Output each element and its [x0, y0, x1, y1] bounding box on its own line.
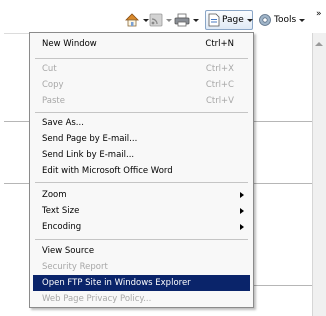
- submenu-arrow-icon: [240, 224, 244, 230]
- submenu-arrow-icon: [240, 192, 244, 198]
- chevron-overflow-icon: »: [316, 9, 322, 19]
- content-divider: [254, 183, 312, 184]
- menu-item-save-as[interactable]: Save As...: [33, 115, 250, 131]
- menu-item-label: Security Report: [42, 262, 108, 272]
- menu-item-security-report[interactable]: Security Report: [33, 259, 250, 275]
- page-button-content[interactable]: Page: [208, 11, 253, 29]
- menu-item-edit-with-word[interactable]: Edit with Microsoft Office Word: [33, 163, 250, 179]
- menu-item-send-page-email[interactable]: Send Page by E-mail...: [33, 131, 250, 147]
- menu-item-label: Web Page Privacy Policy...: [42, 294, 152, 304]
- page-dropdown-arrow: [246, 18, 253, 22]
- print-button[interactable]: [174, 11, 199, 29]
- menu-item-open-ftp-site[interactable]: Open FTP Site in Windows Explorer: [33, 275, 250, 291]
- menu-item-view-source[interactable]: View Source: [33, 243, 250, 259]
- feeds-dropdown-arrow[interactable]: [166, 18, 172, 22]
- home-icon: [125, 13, 139, 27]
- page-menu-label: Page: [222, 15, 244, 25]
- gear-icon: [259, 14, 271, 26]
- vertical-scrollbar[interactable]: [312, 33, 326, 316]
- menu-item-label: Send Link by E-mail...: [42, 150, 135, 160]
- menu-item-label: Save As...: [42, 118, 84, 128]
- menu-item-shortcut: Ctrl+N: [205, 39, 234, 49]
- toolbar-overflow-button[interactable]: »: [316, 5, 322, 23]
- menu-item-label: Zoom: [42, 190, 67, 200]
- menu-item-copy[interactable]: Copy Ctrl+C: [33, 77, 250, 93]
- content-divider: [4, 183, 29, 184]
- menu-item-send-link-email[interactable]: Send Link by E-mail...: [33, 147, 250, 163]
- menu-item-label: Copy: [42, 80, 64, 90]
- menu-item-label: Paste: [42, 96, 65, 106]
- menu-item-cut[interactable]: Cut Ctrl+X: [33, 61, 250, 77]
- menu-item-text-size[interactable]: Text Size: [33, 203, 250, 219]
- menu-item-shortcut: Ctrl+X: [205, 64, 234, 74]
- menu-item-label: Open FTP Site in Windows Explorer: [42, 278, 191, 288]
- home-button[interactable]: [124, 11, 149, 29]
- content-divider: [254, 121, 312, 122]
- command-bar: Page Tools »: [0, 0, 326, 32]
- menu-item-paste[interactable]: Paste Ctrl+V: [33, 93, 250, 109]
- submenu-arrow-icon: [240, 208, 244, 214]
- page-dropdown-menu: New Window Ctrl+N Cut Ctrl+X Copy Ctrl+C…: [29, 32, 254, 308]
- scroll-up-arrow-icon[interactable]: [315, 42, 323, 46]
- menu-item-label: Send Page by E-mail...: [42, 134, 138, 144]
- tools-dropdown-arrow: [299, 18, 306, 22]
- menu-separator: [35, 239, 248, 240]
- print-dropdown-arrow[interactable]: [193, 18, 199, 22]
- menu-item-label: Text Size: [42, 206, 80, 216]
- menu-item-shortcut: Ctrl+C: [205, 80, 234, 90]
- menu-item-label: Edit with Microsoft Office Word: [42, 166, 173, 176]
- feeds-button[interactable]: [149, 11, 172, 29]
- page-icon: [208, 13, 220, 27]
- menu-item-label: View Source: [42, 246, 95, 256]
- tools-menu-button[interactable]: Tools: [258, 11, 306, 29]
- content-divider: [254, 285, 312, 286]
- print-icon: [174, 13, 190, 27]
- menu-item-shortcut: Ctrl+V: [205, 96, 234, 106]
- menu-item-label: Cut: [42, 64, 57, 74]
- menu-item-new-window[interactable]: New Window Ctrl+N: [33, 36, 250, 52]
- menu-item-label: Encoding: [42, 222, 82, 232]
- tools-menu-label: Tools: [274, 15, 297, 25]
- menu-separator: [35, 58, 248, 59]
- content-divider: [4, 121, 29, 122]
- menu-separator: [35, 112, 248, 113]
- menu-item-encoding[interactable]: Encoding: [33, 219, 250, 235]
- feeds-icon: [149, 13, 163, 27]
- menu-item-zoom[interactable]: Zoom: [33, 187, 250, 203]
- menu-separator: [35, 182, 248, 183]
- menu-item-privacy-policy[interactable]: Web Page Privacy Policy...: [33, 291, 250, 307]
- content-top-edge: [4, 33, 29, 34]
- menu-item-label: New Window: [42, 39, 97, 49]
